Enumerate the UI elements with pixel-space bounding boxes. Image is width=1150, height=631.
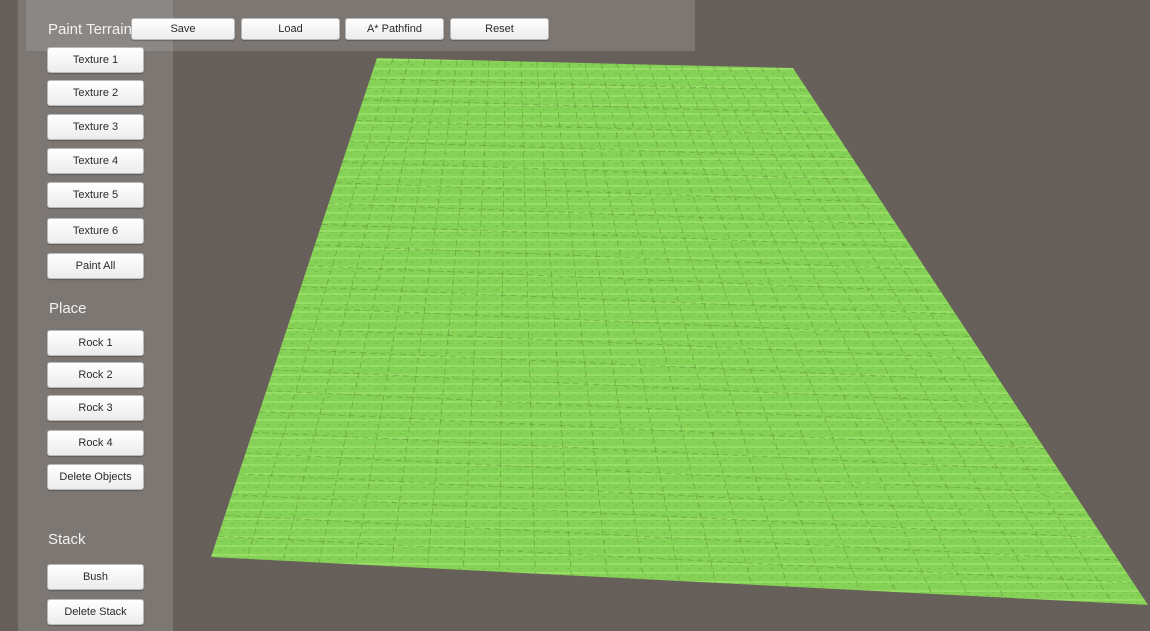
paint-terrain-heading: Paint Terrain	[48, 21, 132, 38]
pathfind-button[interactable]: A* Pathfind	[345, 18, 444, 40]
rock-3-button[interactable]: Rock 3	[47, 395, 144, 421]
texture-5-button[interactable]: Texture 5	[47, 182, 144, 208]
rock-1-button[interactable]: Rock 1	[47, 330, 144, 356]
reset-button[interactable]: Reset	[450, 18, 549, 40]
stack-heading: Stack	[48, 531, 86, 548]
delete-objects-button[interactable]: Delete Objects	[47, 464, 144, 490]
load-button[interactable]: Load	[241, 18, 340, 40]
delete-stack-button[interactable]: Delete Stack	[47, 599, 144, 625]
paint-all-button[interactable]: Paint All	[47, 253, 144, 279]
rock-4-button[interactable]: Rock 4	[47, 430, 144, 456]
texture-3-button[interactable]: Texture 3	[47, 114, 144, 140]
place-heading: Place	[49, 300, 87, 317]
texture-2-button[interactable]: Texture 2	[47, 80, 144, 106]
texture-4-button[interactable]: Texture 4	[47, 148, 144, 174]
texture-1-button[interactable]: Texture 1	[47, 47, 144, 73]
bush-button[interactable]: Bush	[47, 564, 144, 590]
save-button[interactable]: Save	[131, 18, 235, 40]
rock-2-button[interactable]: Rock 2	[47, 362, 144, 388]
texture-6-button[interactable]: Texture 6	[47, 218, 144, 244]
